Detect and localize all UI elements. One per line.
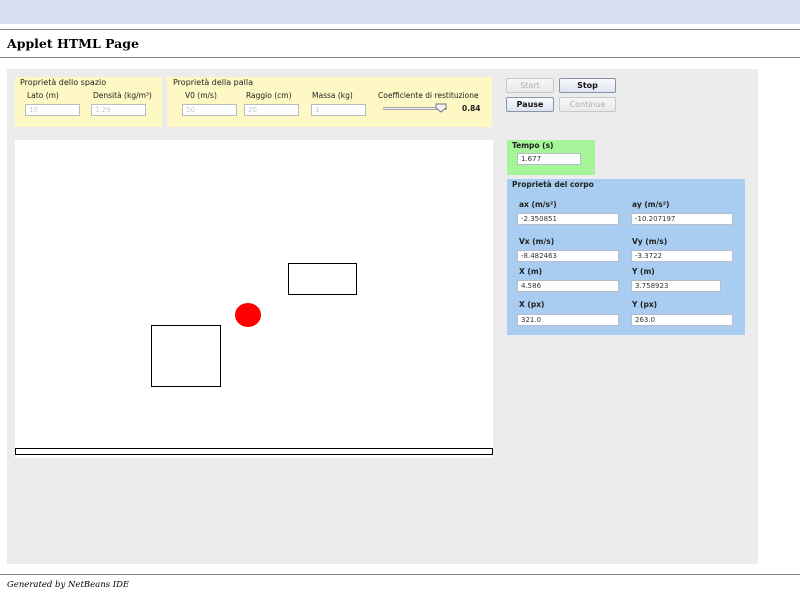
divider-title — [0, 57, 800, 58]
pause-button[interactable]: Pause — [506, 97, 554, 112]
y-m-label: Y (m) — [632, 267, 655, 276]
obstacle-box-upper — [288, 263, 357, 295]
x-m-field[interactable]: 4.586 — [517, 280, 619, 292]
tempo-label: Tempo (s) — [512, 141, 554, 150]
densita-field[interactable]: 1.29 — [91, 104, 146, 116]
body-properties-title: Proprietà del corpo — [512, 180, 594, 189]
continue-button[interactable]: Continue — [559, 97, 616, 112]
slider-thumb-icon[interactable] — [435, 103, 447, 113]
y-px-field[interactable]: 263.0 — [631, 314, 733, 326]
ball-properties-title: Proprietà della palla — [173, 78, 254, 87]
massa-label: Massa (kg) — [312, 91, 353, 100]
x-m-label: X (m) — [519, 267, 543, 276]
stop-button[interactable]: Stop — [559, 78, 616, 93]
lato-label: Lato (m) — [27, 91, 59, 100]
ay-field[interactable]: -10.207197 — [631, 213, 733, 225]
raggio-label: Raggio (cm) — [246, 91, 292, 100]
x-px-label: X (px) — [519, 300, 545, 309]
vy-field[interactable]: -3.3722 — [631, 250, 733, 262]
browser-top-bar — [0, 0, 800, 24]
v0-field[interactable]: 50 — [182, 104, 237, 116]
footer-text: Generated by NetBeans IDE — [7, 580, 130, 590]
massa-field[interactable]: 1 — [311, 104, 366, 116]
y-m-field[interactable]: 3.758923 — [631, 280, 721, 292]
vy-label: Vy (m/s) — [632, 237, 668, 246]
v0-label: V0 (m/s) — [185, 91, 217, 100]
obstacle-box-lower — [151, 325, 221, 387]
ax-field[interactable]: -2.350851 — [517, 213, 619, 225]
floor-bar — [15, 448, 493, 455]
coefficiente-label: Coefficiente di restituzione — [378, 91, 479, 100]
coefficiente-value: 0.84 — [462, 104, 481, 113]
ax-label: ax (m/s²) — [519, 200, 557, 209]
page-title: Applet HTML Page — [7, 36, 139, 51]
simulation-canvas — [15, 140, 493, 458]
tempo-field[interactable]: 1.677 — [517, 153, 581, 165]
divider-footer — [0, 574, 800, 575]
lato-field[interactable]: 10 — [25, 104, 80, 116]
ay-label: ay (m/s²) — [632, 200, 670, 209]
vx-label: Vx (m/s) — [519, 237, 555, 246]
raggio-field[interactable]: 20 — [244, 104, 299, 116]
simulation-drawing — [15, 263, 493, 455]
space-properties-title: Proprietà dello spazio — [20, 78, 107, 87]
densita-label: Densità (kg/m³) — [93, 91, 152, 100]
vx-field[interactable]: -8.482463 — [517, 250, 619, 262]
start-button[interactable]: Start — [506, 78, 554, 93]
divider-top — [0, 29, 800, 30]
x-px-field[interactable]: 321.0 — [517, 314, 619, 326]
ball — [235, 303, 261, 327]
y-px-label: Y (px) — [632, 300, 658, 309]
